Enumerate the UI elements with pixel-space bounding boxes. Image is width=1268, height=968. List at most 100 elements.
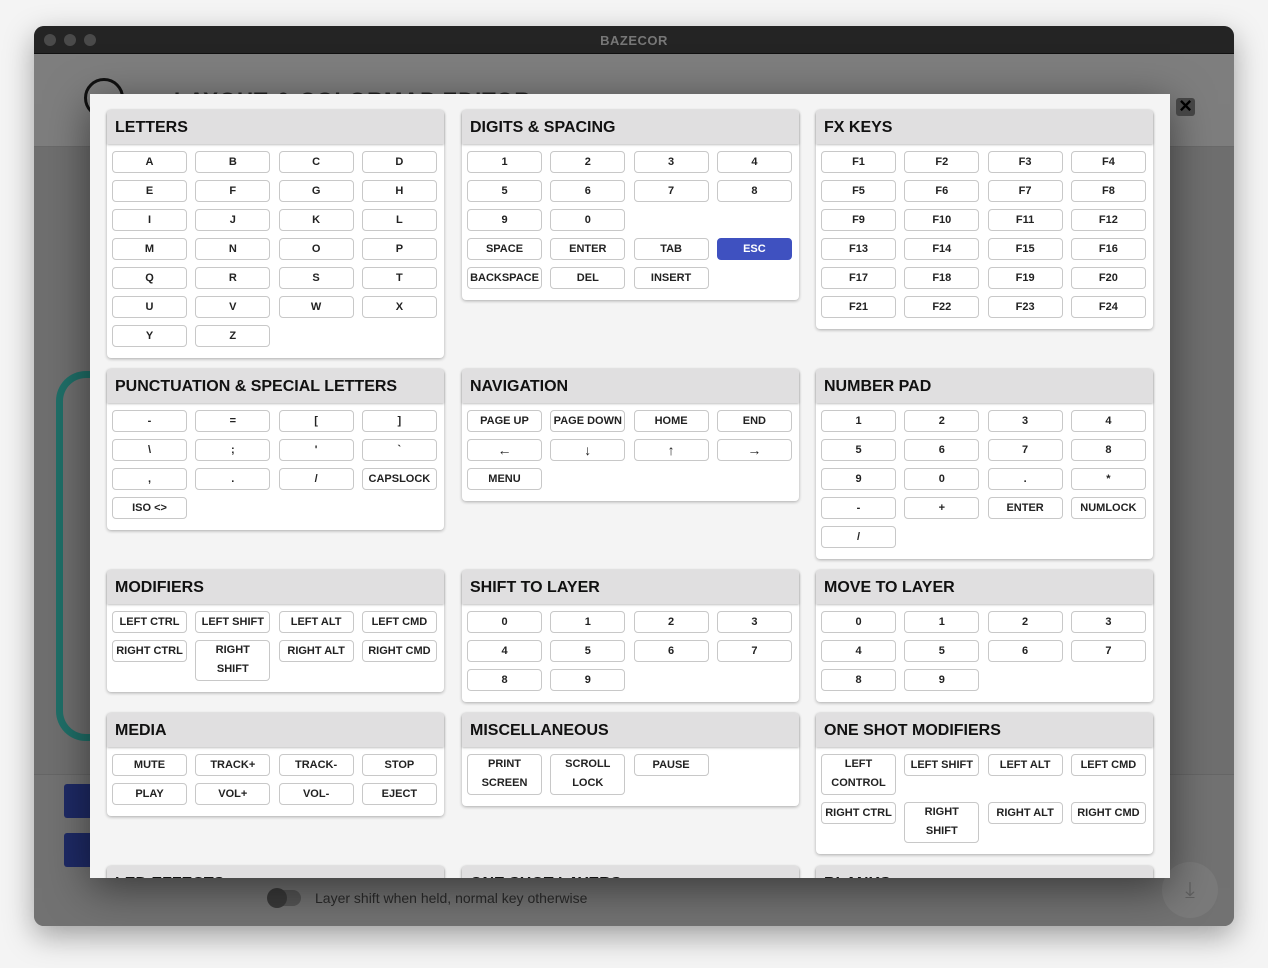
key-z[interactable]: Z — [195, 325, 271, 347]
key-f24[interactable]: F24 — [1070, 296, 1146, 318]
key-f16[interactable]: F16 — [1070, 238, 1146, 260]
key-q[interactable]: Q — [112, 267, 187, 289]
key-4[interactable]: 4 — [467, 640, 542, 662]
key-menu[interactable]: MENU — [467, 468, 542, 490]
key-symbol[interactable]: ' — [278, 439, 354, 461]
key-8[interactable]: 8 — [821, 669, 896, 691]
key-f19[interactable]: F19 — [987, 267, 1063, 289]
key-symbol[interactable]: * — [1070, 468, 1146, 490]
key-y[interactable]: Y — [112, 325, 187, 347]
key-k[interactable]: K — [278, 209, 354, 231]
key-7[interactable]: 7 — [633, 180, 709, 202]
key-enter[interactable]: ENTER — [550, 238, 626, 260]
key-5[interactable]: 5 — [821, 439, 896, 461]
key-p[interactable]: P — [361, 238, 437, 260]
key-f[interactable]: F — [195, 180, 271, 202]
key-right-cmd[interactable]: RIGHT CMD — [1070, 802, 1146, 824]
key-0[interactable]: 0 — [904, 468, 980, 490]
key-5[interactable]: 5 — [467, 180, 542, 202]
key-f21[interactable]: F21 — [821, 296, 896, 318]
key-1[interactable]: 1 — [550, 611, 626, 633]
key-f6[interactable]: F6 — [904, 180, 980, 202]
key-4[interactable]: 4 — [821, 640, 896, 662]
key-a[interactable]: A — [112, 151, 187, 173]
key-o[interactable]: O — [278, 238, 354, 260]
key-right-ctrl[interactable]: RIGHT CTRL — [112, 640, 187, 662]
key-f11[interactable]: F11 — [987, 209, 1063, 231]
layer-shift-toggle[interactable] — [267, 888, 301, 908]
key-7[interactable]: 7 — [716, 640, 792, 662]
key-6[interactable]: 6 — [633, 640, 709, 662]
key-symbol[interactable]: ; — [195, 439, 271, 461]
key-3[interactable]: 3 — [987, 410, 1063, 432]
key-home[interactable]: HOME — [633, 410, 709, 432]
key-3[interactable]: 3 — [716, 611, 792, 633]
key-9[interactable]: 9 — [467, 209, 542, 231]
key-space[interactable]: SPACE — [467, 238, 542, 260]
key-6[interactable]: 6 — [987, 640, 1063, 662]
key-i[interactable]: I — [112, 209, 187, 231]
key-symbol[interactable]: - — [112, 410, 187, 432]
key-left-alt[interactable]: LEFT ALT — [987, 754, 1063, 776]
key-right-shift[interactable]: RIGHT SHIFT — [195, 640, 271, 681]
key-1[interactable]: 1 — [821, 410, 896, 432]
key-left-cmd[interactable]: LEFT CMD — [361, 611, 437, 633]
key-f10[interactable]: F10 — [904, 209, 980, 231]
key-1[interactable]: 1 — [467, 151, 542, 173]
key-page-up[interactable]: PAGE UP — [467, 410, 542, 432]
key-symbol[interactable]: [ — [278, 410, 354, 432]
key-8[interactable]: 8 — [467, 669, 542, 691]
key-symbol[interactable]: , — [112, 468, 187, 490]
key-r[interactable]: R — [195, 267, 271, 289]
key-f5[interactable]: F5 — [821, 180, 896, 202]
key-track[interactable]: TRACK- — [278, 754, 354, 776]
key-j[interactable]: J — [195, 209, 271, 231]
key-left-shift[interactable]: LEFT SHIFT — [904, 754, 980, 776]
key-4[interactable]: 4 — [716, 151, 792, 173]
key-vol[interactable]: VOL- — [278, 783, 354, 805]
key-symbol[interactable]: ↓ — [550, 439, 626, 461]
key-left-alt[interactable]: LEFT ALT — [278, 611, 354, 633]
key-symbol[interactable]: ← — [467, 439, 542, 461]
key-7[interactable]: 7 — [1070, 640, 1146, 662]
key-9[interactable]: 9 — [821, 468, 896, 490]
key-4[interactable]: 4 — [1070, 410, 1146, 432]
key-3[interactable]: 3 — [633, 151, 709, 173]
key-f4[interactable]: F4 — [1070, 151, 1146, 173]
key-track[interactable]: TRACK+ — [195, 754, 271, 776]
key-symbol[interactable]: ↑ — [633, 439, 709, 461]
key-symbol[interactable]: \ — [112, 439, 187, 461]
key-e[interactable]: E — [112, 180, 187, 202]
key-esc[interactable]: ESC — [716, 238, 792, 260]
key-enter[interactable]: ENTER — [987, 497, 1063, 519]
key-backspace[interactable]: BACKSPACE — [467, 267, 542, 289]
key-f18[interactable]: F18 — [904, 267, 980, 289]
key-2[interactable]: 2 — [987, 611, 1063, 633]
key-f15[interactable]: F15 — [987, 238, 1063, 260]
key-play[interactable]: PLAY — [112, 783, 187, 805]
key-2[interactable]: 2 — [904, 410, 980, 432]
key-6[interactable]: 6 — [550, 180, 626, 202]
key-l[interactable]: L — [361, 209, 437, 231]
key-f7[interactable]: F7 — [987, 180, 1063, 202]
key-x[interactable]: X — [361, 296, 437, 318]
key-m[interactable]: M — [112, 238, 187, 260]
key-0[interactable]: 0 — [550, 209, 626, 231]
key-vol[interactable]: VOL+ — [195, 783, 271, 805]
key-symbol[interactable]: = — [195, 410, 271, 432]
key-capslock[interactable]: CAPSLOCK — [361, 468, 437, 490]
key-0[interactable]: 0 — [821, 611, 896, 633]
key-h[interactable]: H — [361, 180, 437, 202]
key-pause[interactable]: PAUSE — [633, 754, 709, 776]
key-g[interactable]: G — [278, 180, 354, 202]
key-symbol[interactable]: / — [278, 468, 354, 490]
key-insert[interactable]: INSERT — [633, 267, 709, 289]
key-9[interactable]: 9 — [904, 669, 980, 691]
key-d[interactable]: D — [361, 151, 437, 173]
key-symbol[interactable]: ` — [361, 439, 437, 461]
key-end[interactable]: END — [716, 410, 792, 432]
key-f17[interactable]: F17 — [821, 267, 896, 289]
key-3[interactable]: 3 — [1070, 611, 1146, 633]
close-icon[interactable]: × — [1176, 95, 1195, 117]
key-left-cmd[interactable]: LEFT CMD — [1070, 754, 1146, 776]
